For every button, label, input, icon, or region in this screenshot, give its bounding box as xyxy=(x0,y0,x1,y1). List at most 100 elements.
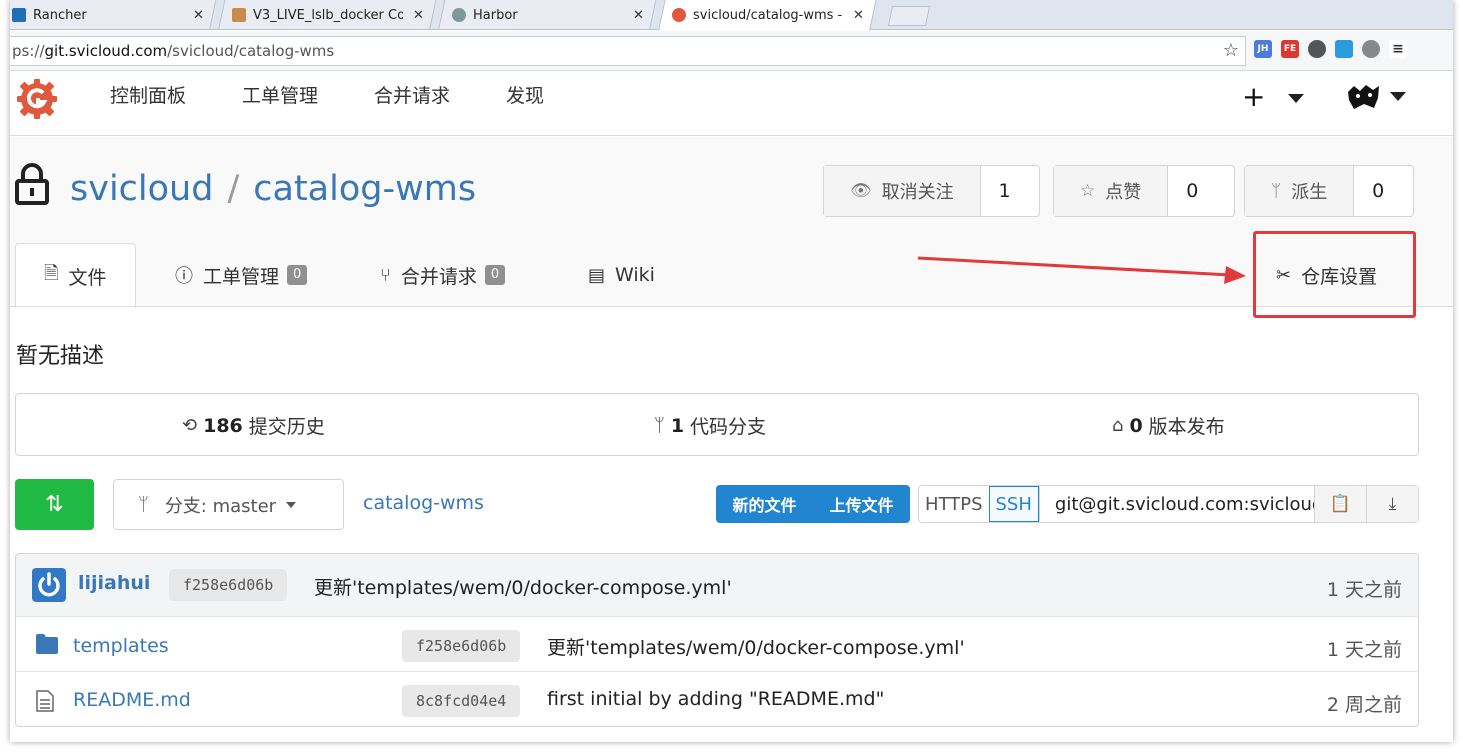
close-icon[interactable]: ✕ xyxy=(853,8,864,23)
harbor-favicon-icon xyxy=(452,8,466,22)
new-file-button[interactable]: 新的文件 xyxy=(716,485,813,523)
tab-label: 工单管理 xyxy=(203,265,280,288)
file-text-icon: 🗎 xyxy=(44,263,59,284)
file-name-link[interactable]: templates xyxy=(73,635,169,657)
repo-name-link[interactable]: catalog-wms xyxy=(253,169,476,209)
author-avatar[interactable] xyxy=(32,568,66,602)
compare-arrows-icon: ⇅ xyxy=(45,492,64,517)
clone-url-group: HTTPS SSH git@git.svicloud.com:svicloud/… xyxy=(918,485,1419,523)
settings-extension-icon[interactable] xyxy=(1362,40,1380,58)
issues-count-badge: 0 xyxy=(287,265,308,285)
user-menu-chevron-icon[interactable] xyxy=(1390,92,1406,101)
clipboard-icon: 📋 xyxy=(1329,494,1352,514)
bookmark-star-icon[interactable]: ☆ xyxy=(1223,37,1239,65)
user-avatar[interactable] xyxy=(1346,82,1382,112)
tab-title: V3_LIVE_lslb_docker Co xyxy=(253,7,403,23)
window-extension-icon[interactable] xyxy=(1335,40,1353,58)
clone-url-input[interactable]: git@git.svicloud.com:svicloud/catalog-wm… xyxy=(1038,486,1314,522)
gear-extension-icon[interactable] xyxy=(1308,40,1326,58)
breadcrumb-repo-link[interactable]: catalog-wms xyxy=(363,492,484,514)
upload-file-button[interactable]: 上传文件 xyxy=(813,485,910,523)
table-row: templates f258e6d06b 更新'templates/wem/0/… xyxy=(16,616,1418,674)
pulls-count-badge: 0 xyxy=(484,265,506,285)
tab-title: Rancher xyxy=(33,7,87,23)
download-button[interactable]: ⤓ xyxy=(1366,486,1418,522)
fork-label: 派生 xyxy=(1291,182,1328,203)
commit-message[interactable]: 更新'templates/wem/0/docker-compose.yml' xyxy=(547,633,965,660)
tab-wiki[interactable]: ▤ Wiki xyxy=(588,243,655,307)
extension-icons: JH FE ≡ xyxy=(1254,40,1407,58)
path-separator: / xyxy=(227,169,240,209)
v3-favicon-icon xyxy=(232,8,246,22)
repo-owner-link[interactable]: svicloud xyxy=(70,169,213,209)
eye-icon: 👁 xyxy=(850,181,872,201)
watch-count[interactable]: 1 xyxy=(981,166,1029,216)
nav-dashboard[interactable]: 控制面板 xyxy=(110,84,186,108)
nav-explore[interactable]: 发现 xyxy=(506,84,544,108)
close-icon[interactable]: ✕ xyxy=(633,8,644,23)
browser-tab-gogs[interactable]: svicloud/catalog-wms - ✕ xyxy=(672,0,864,30)
create-new-dropdown[interactable]: + xyxy=(1242,80,1305,113)
latest-commit-row: lijiahui f258e6d06b 更新'templates/wem/0/d… xyxy=(16,554,1418,616)
commit-sha-link[interactable]: f258e6d06b xyxy=(402,630,521,662)
folder-icon xyxy=(36,634,58,654)
ssh-toggle-button[interactable]: SSH xyxy=(988,486,1039,522)
file-name-link[interactable]: README.md xyxy=(73,689,191,711)
close-icon[interactable]: ✕ xyxy=(413,8,424,23)
nav-pull-requests[interactable]: 合并请求 xyxy=(374,84,450,108)
unwatch-button[interactable]: 👁 取消关注 xyxy=(824,166,981,216)
nav-issues[interactable]: 工单管理 xyxy=(242,84,318,108)
releases-label: 版本发布 xyxy=(1148,416,1225,438)
close-icon[interactable]: ✕ xyxy=(193,8,204,23)
commit-message[interactable]: 更新'templates/wem/0/docker-compose.yml' xyxy=(314,573,732,600)
browser-tab-v3-live[interactable]: V3_LIVE_lslb_docker Co ✕ xyxy=(232,0,424,30)
gogs-logo-icon[interactable] xyxy=(16,78,58,120)
star-button-group: ☆ 点赞 0 xyxy=(1053,165,1235,217)
releases-stat-link[interactable]: ⌂ 0 版本发布 xyxy=(1112,412,1225,439)
jh-extension-icon[interactable]: JH xyxy=(1254,40,1272,58)
annotation-highlight-box xyxy=(1253,231,1416,318)
browser-tab-rancher[interactable]: Rancher ✕ xyxy=(12,0,204,30)
fork-count[interactable]: 0 xyxy=(1354,166,1402,216)
branch-dropdown[interactable]: ᛘ 分支: master xyxy=(113,479,344,530)
menu-icon[interactable]: ≡ xyxy=(1389,40,1407,58)
commit-sha-link[interactable]: f258e6d06b xyxy=(169,569,288,601)
tab-issues[interactable]: ⓘ 工单管理 0 xyxy=(175,243,308,307)
https-toggle-button[interactable]: HTTPS xyxy=(919,486,989,522)
tab-divider xyxy=(10,306,1453,307)
repo-stats-bar: ⟲ 186 提交历史 ᛘ 1 代码分支 ⌂ 0 版本发布 xyxy=(15,393,1419,456)
tag-icon: ⌂ xyxy=(1112,415,1124,436)
copy-url-button[interactable]: 📋 xyxy=(1314,486,1366,522)
browser-tabstrip: Rancher ✕ V3_LIVE_lslb_docker Co ✕ Harbo… xyxy=(10,0,1453,31)
star-button[interactable]: ☆ 点赞 xyxy=(1054,166,1169,216)
releases-count: 0 xyxy=(1129,414,1143,437)
compare-button[interactable]: ⇅ xyxy=(15,479,94,530)
new-tab-button[interactable] xyxy=(887,6,931,26)
git-pull-request-icon: ⑂ xyxy=(380,264,391,286)
tab-files[interactable]: 🗎 文件 xyxy=(15,243,136,308)
commit-author-link[interactable]: lijiahui xyxy=(78,572,150,594)
browser-window: Rancher ✕ V3_LIVE_lslb_docker Co ✕ Harbo… xyxy=(10,0,1453,742)
repo-title: svicloud / catalog-wms xyxy=(70,167,476,211)
browser-tab-harbor[interactable]: Harbor ✕ xyxy=(452,0,644,30)
commit-time: 2 周之前 xyxy=(1326,694,1402,716)
commits-count: 186 xyxy=(203,414,243,437)
tab-label: 文件 xyxy=(68,266,107,289)
commit-sha-link[interactable]: 8c8fcd04e4 xyxy=(402,685,521,717)
fork-button[interactable]: ᛘ 派生 xyxy=(1245,166,1355,216)
lock-icon xyxy=(15,163,49,205)
address-bar[interactable]: ps://git.svicloud.com/svicloud/catalog-w… xyxy=(10,36,1246,66)
repo-description: 暂无描述 xyxy=(16,344,105,369)
book-icon: ▤ xyxy=(588,264,606,286)
branch-label: 分支: master xyxy=(164,495,277,517)
branches-count: 1 xyxy=(670,414,685,437)
gogs-favicon-icon xyxy=(672,8,686,22)
tab-pull-requests[interactable]: ⑂ 合并请求 0 xyxy=(380,243,506,307)
browser-toolbar: ps://git.svicloud.com/svicloud/catalog-w… xyxy=(10,31,1453,71)
url-scheme: ps:// xyxy=(12,42,45,60)
star-count[interactable]: 0 xyxy=(1168,166,1216,216)
branches-stat-link[interactable]: ᛘ 1 代码分支 xyxy=(654,412,766,439)
fe-extension-icon[interactable]: FE xyxy=(1281,40,1299,58)
commit-message[interactable]: first initial by adding "README.md" xyxy=(547,688,884,710)
commits-stat-link[interactable]: ⟲ 186 提交历史 xyxy=(182,412,325,439)
